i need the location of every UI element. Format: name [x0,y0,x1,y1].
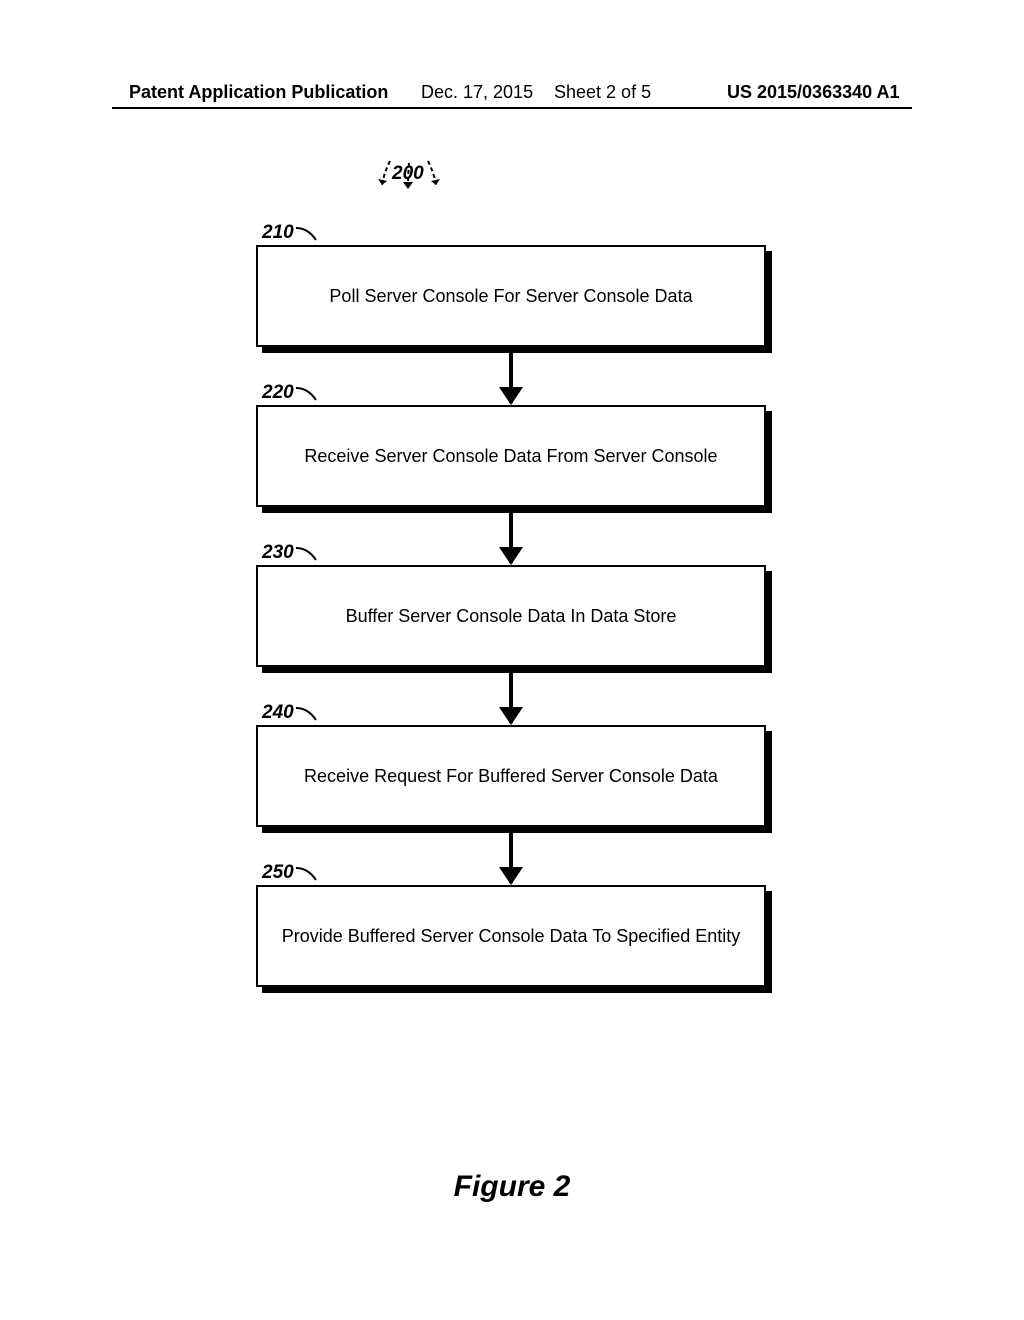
flow-box-text: Provide Buffered Server Console Data To … [282,926,741,947]
patent-page: Patent Application Publication Dec. 17, … [0,0,1024,1320]
step-ref-text: 210 [262,222,294,243]
step-ref-text: 250 [262,862,294,883]
flow-box: Receive Server Console Data From Server … [256,405,766,507]
leader-line-icon [294,546,324,566]
step-ref-text: 240 [262,702,294,723]
sheet-number: Sheet 2 of 5 [554,82,651,103]
flow-box-text: Receive Server Console Data From Server … [304,446,717,467]
step-ref-text: 220 [262,382,294,403]
flow-box: Receive Request For Buffered Server Cons… [256,725,766,827]
flow-step-220: Receive Server Console Data From Server … [256,405,766,507]
flow-step-250: Provide Buffered Server Console Data To … [256,885,766,987]
publication-label: Patent Application Publication [129,82,388,103]
leader-line-icon [294,386,324,406]
flow-step-210: Poll Server Console For Server Console D… [256,245,766,347]
leader-line-icon [294,866,324,886]
flow-box-text: Receive Request For Buffered Server Cons… [304,766,718,787]
flow-arrow [509,353,513,403]
flow-box-text: Poll Server Console For Server Console D… [329,286,692,307]
step-ref-text: 230 [262,542,294,563]
flow-arrow [509,833,513,883]
flow-step-240: Receive Request For Buffered Server Cons… [256,725,766,827]
flow-box: Poll Server Console For Server Console D… [256,245,766,347]
publication-number: US 2015/0363340 A1 [727,82,899,103]
flow-step-230: Buffer Server Console Data In Data Store [256,565,766,667]
step-ref-230: 230 [262,542,294,564]
step-ref-220: 220 [262,382,294,404]
flow-box: Provide Buffered Server Console Data To … [256,885,766,987]
flow-box-text: Buffer Server Console Data In Data Store [346,606,677,627]
flow-box: Buffer Server Console Data In Data Store [256,565,766,667]
flow-arrow [509,673,513,723]
flow-arrow [509,513,513,563]
leader-line-icon [294,706,324,726]
step-ref-250: 250 [262,862,294,884]
leader-line-icon [294,226,324,246]
figure-caption: Figure 2 [0,1170,1024,1204]
step-ref-210: 210 [262,222,294,244]
overall-ref-label: 200 [392,163,424,185]
step-ref-240: 240 [262,702,294,724]
header-rule [112,107,912,109]
publication-date: Dec. 17, 2015 [421,82,533,103]
